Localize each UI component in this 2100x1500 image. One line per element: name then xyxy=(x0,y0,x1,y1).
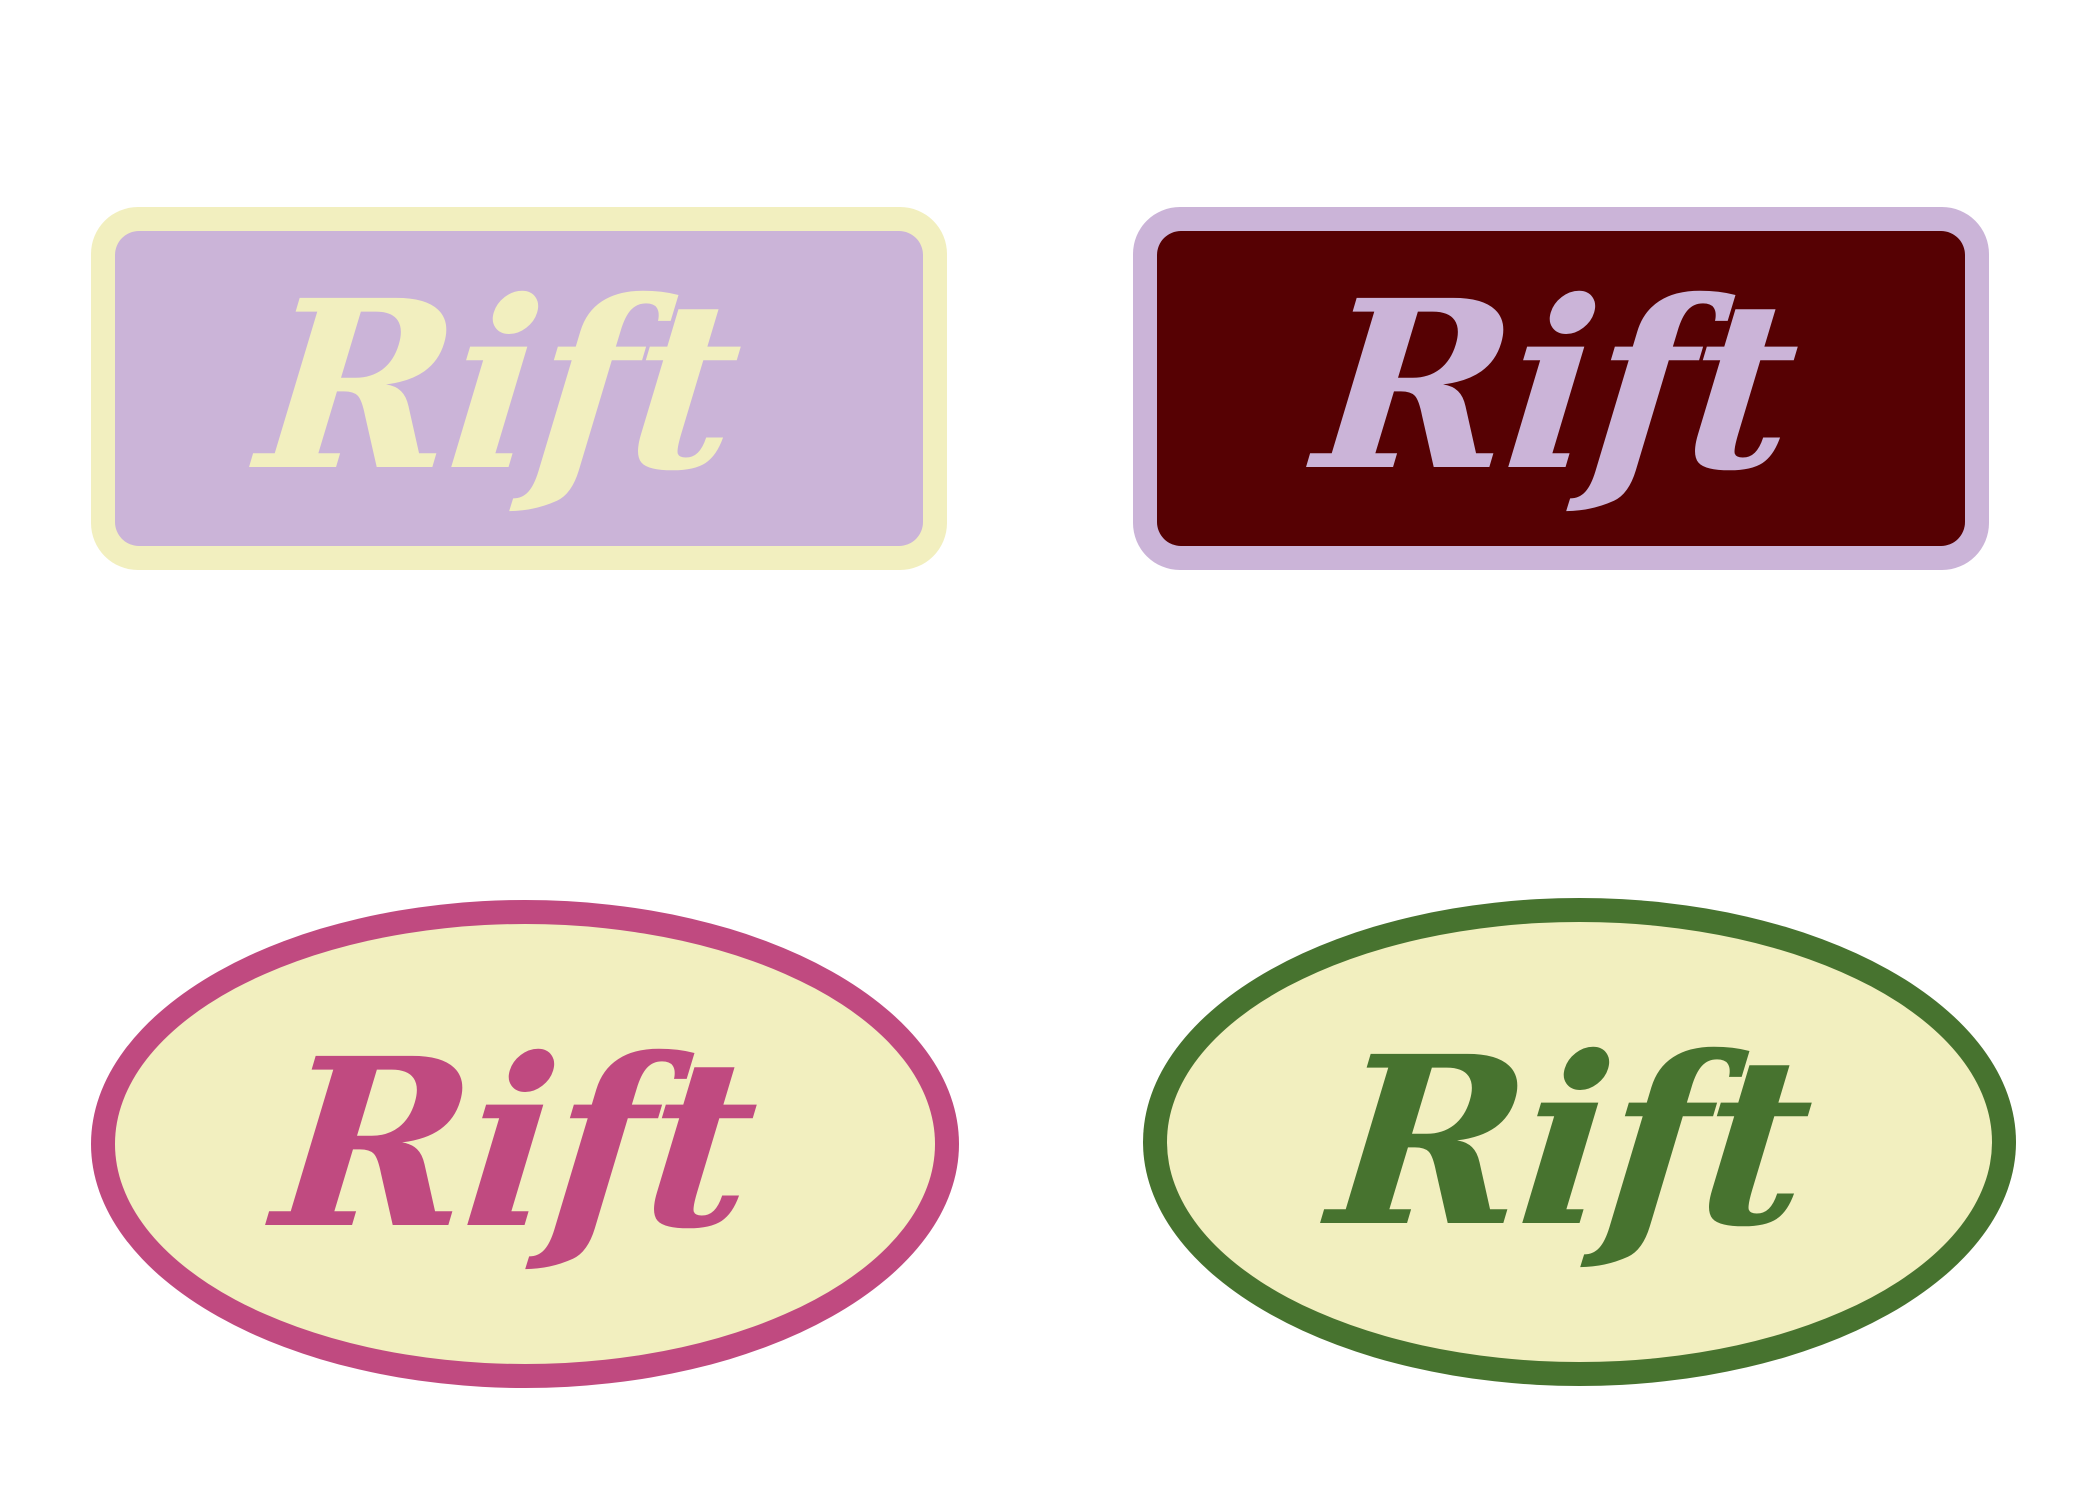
logo-badge-oval-green-cream: Rift xyxy=(1143,898,2016,1386)
badge-fill: Rift xyxy=(1157,231,1965,546)
rift-wordmark: Rift xyxy=(264,1007,766,1280)
rift-wordmark: Rift xyxy=(1305,248,1807,522)
badge-fill: Rift xyxy=(115,924,935,1364)
rift-wordmark: Rift xyxy=(248,248,750,522)
logo-badge-rect-lavender-maroon: Rift xyxy=(1133,207,1989,570)
badge-fill: Rift xyxy=(115,231,923,546)
logo-badge-oval-magenta-cream: Rift xyxy=(91,900,959,1388)
rift-wordmark: Rift xyxy=(1319,1005,1820,1278)
logo-badge-rect-cream-lavender: Rift xyxy=(91,207,947,570)
badge-fill: Rift xyxy=(1167,922,1992,1362)
